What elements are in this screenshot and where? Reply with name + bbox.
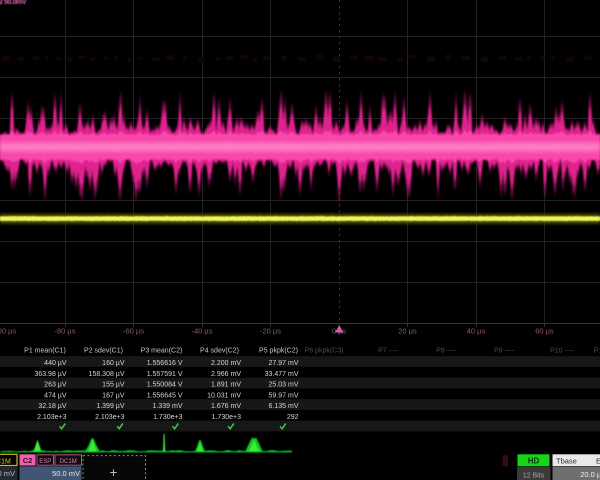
svg-text:2.200 mV: 2.200 mV	[211, 360, 241, 367]
svg-text:1.730e+3: 1.730e+3	[153, 414, 182, 421]
svg-text:50.0 mV: 50.0 mV	[52, 469, 80, 478]
svg-text:32.18 µV: 32.18 µV	[38, 403, 66, 410]
svg-text:1.399 µV: 1.399 µV	[96, 403, 124, 410]
svg-text:1.891 mV: 1.891 mV	[211, 382, 241, 389]
svg-text:10.031 mV: 10.031 mV	[207, 392, 241, 399]
svg-text:33.477 mV: 33.477 mV	[265, 371, 299, 378]
svg-text:P3 mean(C2): P3 mean(C2)	[141, 348, 183, 355]
svg-text:20.0 µs: 20.0 µs	[580, 470, 600, 479]
svg-text:-40 µs: -40 µs	[192, 327, 213, 336]
svg-text:440 µV: 440 µV	[44, 360, 67, 367]
svg-text:E: E	[596, 457, 600, 466]
svg-text:2.103e+3: 2.103e+3	[37, 414, 66, 421]
svg-text:6.135 mV: 6.135 mV	[269, 403, 299, 410]
svg-text:HD: HD	[528, 457, 540, 466]
svg-text:P4 sdev(C2): P4 sdev(C2)	[200, 348, 239, 355]
svg-text:263 µV: 263 µV	[44, 382, 67, 389]
svg-text:P7 ----: P7 ----	[378, 348, 399, 355]
svg-text:2.103e+3: 2.103e+3	[95, 414, 124, 421]
svg-text:-60 µs: -60 µs	[123, 327, 144, 336]
svg-text:12 Bits: 12 Bits	[523, 473, 545, 480]
svg-text:1.730e+3: 1.730e+3	[212, 414, 241, 421]
svg-text:40 µs: 40 µs	[467, 327, 486, 336]
svg-text:1.676 mV: 1.676 mV	[211, 403, 241, 410]
svg-text:20 µs: 20 µs	[398, 327, 417, 336]
svg-text:DC1M: DC1M	[60, 459, 77, 465]
svg-text:P1: P1	[594, 348, 600, 355]
svg-text:25.03 mV: 25.03 mV	[269, 382, 299, 389]
svg-text:C2: C2	[23, 456, 33, 465]
svg-text:1.339 mV: 1.339 mV	[153, 403, 183, 410]
svg-text:-100 µs: -100 µs	[0, 327, 16, 336]
svg-text:P5 pkpk(C2): P5 pkpk(C2)	[259, 348, 298, 355]
svg-text:P9 ----: P9 ----	[494, 348, 515, 355]
svg-text:1.556645 V: 1.556645 V	[147, 392, 183, 399]
svg-text:160 µV: 160 µV	[102, 360, 125, 367]
svg-text:27.97 mV: 27.97 mV	[269, 360, 299, 367]
svg-text:+: +	[110, 465, 118, 480]
svg-text:Tbase: Tbase	[556, 457, 577, 466]
svg-text:1.556616 V: 1.556616 V	[147, 360, 183, 367]
svg-text:ESP: ESP	[39, 459, 51, 465]
svg-text:-20 µs: -20 µs	[260, 327, 281, 336]
svg-text:1.557591 V: 1.557591 V	[147, 371, 183, 378]
svg-text:167 µV: 167 µV	[102, 392, 125, 399]
svg-text:363.98 µV: 363.98 µV	[34, 371, 66, 378]
svg-text:2 50.0mV: 2 50.0mV	[0, 0, 27, 6]
svg-text:P2 sdev(C1): P2 sdev(C1)	[84, 348, 123, 355]
svg-text:DC1M: DC1M	[0, 458, 11, 465]
svg-text:158.308 µV: 158.308 µV	[89, 371, 125, 378]
svg-text:P10 ----: P10 ----	[550, 348, 574, 355]
svg-text:P8 ----: P8 ----	[436, 348, 457, 355]
svg-text:P6 pkpk(C3): P6 pkpk(C3)	[305, 348, 344, 355]
svg-text:59.97 mV: 59.97 mV	[269, 392, 299, 399]
svg-text:155 µV: 155 µV	[102, 382, 125, 389]
svg-text:0 mV: 0 mV	[0, 469, 15, 478]
svg-text:2.966 mV: 2.966 mV	[211, 371, 241, 378]
svg-text:474 µV: 474 µV	[44, 392, 67, 399]
svg-text:P1 mean(C1): P1 mean(C1)	[24, 348, 66, 355]
svg-text:1.550084 V: 1.550084 V	[147, 382, 183, 389]
svg-text:292: 292	[287, 414, 299, 421]
svg-text:60 µs: 60 µs	[535, 327, 554, 336]
svg-text:-80 µs: -80 µs	[55, 327, 76, 336]
